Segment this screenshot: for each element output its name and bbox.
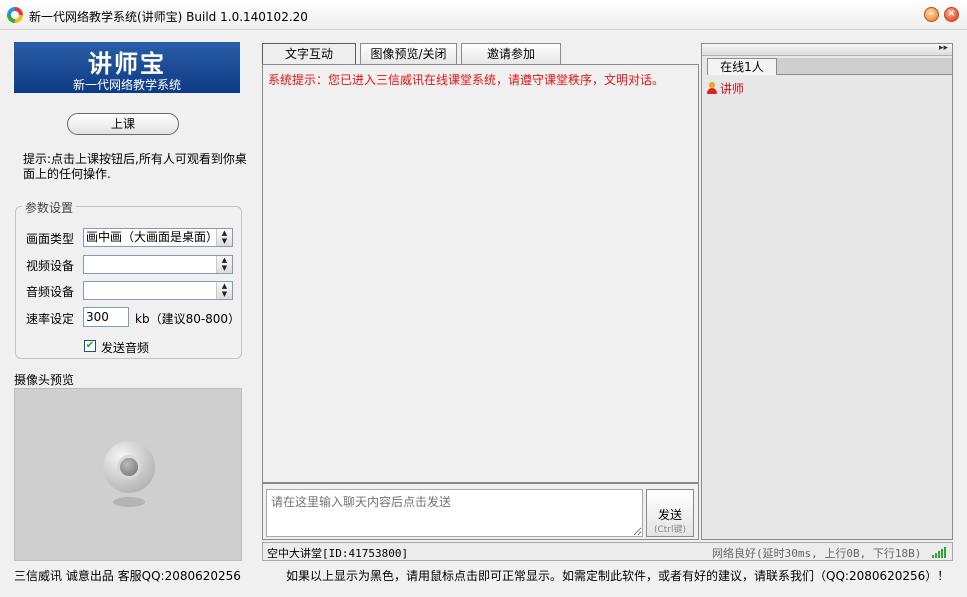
tab-image-preview[interactable]: 图像预览/关闭 [360,43,457,64]
rate-label: 速率设定 [26,312,75,326]
logo-title: 讲师宝 [88,50,166,78]
screen-type-value: 画中画（大画面是桌面） [86,230,219,244]
send-shortcut-hint: (Ctrl键) [653,525,687,535]
send-audio-label[interactable]: 发送音频 [101,339,149,356]
chat-input[interactable] [266,489,643,537]
camera-preview-label: 摄像头预览 [14,373,75,387]
camera-preview [14,388,242,561]
collapse-icon[interactable]: ▸▸ [939,43,948,53]
online-panel: ▸▸ 在线1人 讲师 [701,43,953,540]
rate-input[interactable]: 300 [83,307,129,327]
vendor-credit: 三信威讯 诚意出品 客服QQ:2080620256 [14,569,241,583]
start-class-button[interactable]: 上课 [67,113,179,135]
send-audio-checkbox[interactable]: ✔ [84,340,96,352]
send-button-label: 发送 [657,508,682,522]
spinner-arrows-icon[interactable]: ▲ ▼ [216,256,232,273]
video-device-select[interactable]: ▲ ▼ [83,255,233,274]
spinner-arrows-icon[interactable]: ▲ ▼ [216,229,232,246]
start-hint-text: 提示:点击上课按钮后,所有人可观看到你桌面上的任何操作. [23,152,247,181]
close-button[interactable]: × [944,7,959,22]
tab-text-chat[interactable]: 文字互动 [262,43,356,64]
status-bar: 空中大讲堂[ID:41753800] 网络良好(延时30ms, 上行0B, 下行… [262,542,953,561]
footer-notice: 如果以上显示为黑色，请用鼠标点击即可正常显示。如需定制此软件，或者有好的建议，请… [286,569,950,583]
system-message: 系统提示：您已进入三信威讯在线课堂系统，请遵守课堂秩序，文明对话。 [268,73,665,87]
chat-tabs: 文字互动 图像预览/关闭 邀请参加 [262,43,699,64]
chat-input-area: 发送 (Ctrl键) [262,483,699,540]
network-status: 网络良好(延时30ms, 上行0B, 下行18B) [712,547,922,560]
minimize-icon: – [929,8,934,19]
panel-header: ▸▸ [702,43,952,56]
online-user-list[interactable]: 讲师 [702,75,952,539]
room-name: 空中大讲堂[ID:41753800] [267,547,409,560]
app-logo-icon [7,7,23,23]
chat-log[interactable]: 系统提示：您已进入三信威讯在线课堂系统，请遵守课堂秩序，文明对话。 [262,64,699,483]
window-title: 新一代网络教学系统(讲师宝) Build 1.0.140102.20 [29,10,308,24]
title-bar[interactable]: 新一代网络教学系统(讲师宝) Build 1.0.140102.20 – × [0,0,967,30]
screen-type-label: 画面类型 [26,232,75,246]
video-device-label: 视频设备 [26,259,75,273]
minimize-button[interactable]: – [924,7,939,22]
signal-strength-icon [932,547,946,558]
tab-invite[interactable]: 邀请参加 [461,43,561,64]
spinner-arrows-icon[interactable]: ▲ ▼ [216,282,232,299]
user-name: 讲师 [720,82,745,96]
close-icon: × [947,8,956,19]
send-button[interactable]: 发送 (Ctrl键) [646,489,694,537]
brand-logo: 讲师宝 新一代网络教学系统 [14,42,240,93]
screen-type-select[interactable]: 画中画（大画面是桌面） ▲ ▼ [83,228,233,247]
webcam-icon [103,441,155,509]
tab-strip [777,58,952,75]
logo-subtitle: 新一代网络教学系统 [72,78,181,92]
audio-device-select[interactable]: ▲ ▼ [83,281,233,300]
tab-online-users[interactable]: 在线1人 [707,58,777,75]
settings-legend: 参数设置 [22,199,77,216]
audio-device-label: 音频设备 [26,285,75,299]
user-icon [706,82,718,94]
rate-hint: kb（建议80-800） [135,312,241,326]
